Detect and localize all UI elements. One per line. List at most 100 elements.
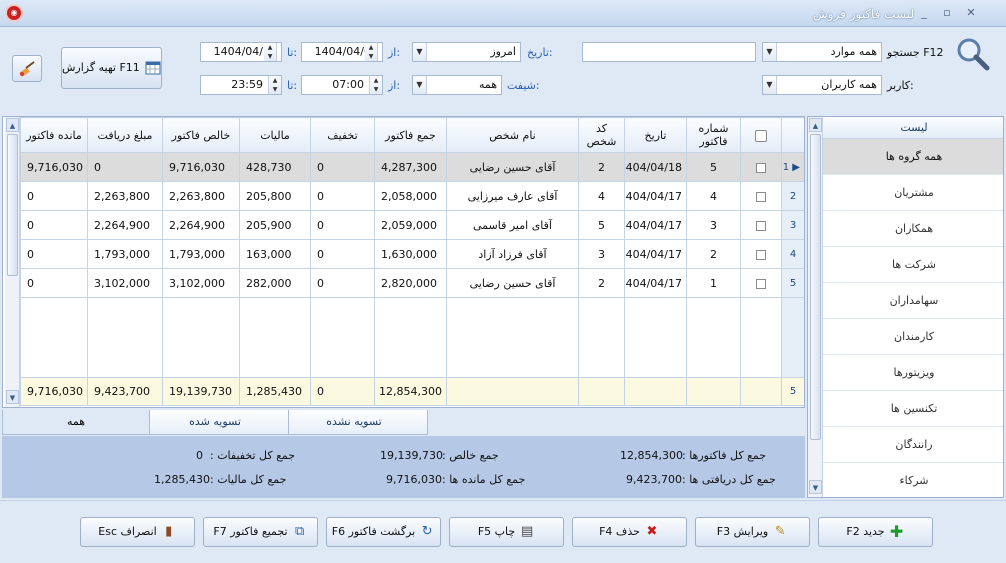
chevron-down-icon: ▼ <box>413 76 427 94</box>
cell-name: آقای حسین رضایی <box>446 152 579 182</box>
cell-net: 2,264,900 <box>162 210 240 240</box>
row-indicator[interactable]: 5 <box>781 268 804 298</box>
spin-icon[interactable]: ▲ ▼ <box>264 43 277 61</box>
cell-name: آقای عارف میرزایی <box>446 181 579 211</box>
col-person-name[interactable]: نام شخص <box>446 117 579 153</box>
merge-invoice-button[interactable]: ⧉تجمیع فاکتور F7 <box>203 517 318 547</box>
footer-total: 12,854,300 <box>374 377 447 406</box>
magnifier-icon[interactable] <box>955 37 991 71</box>
col-received[interactable]: مبلغ دریافت <box>87 117 163 153</box>
col-tax[interactable]: مالیات <box>239 117 311 153</box>
total-received-label: جمع کل دریافتی ها : <box>682 473 776 486</box>
delete-button[interactable]: ✖حذف F4 <box>572 517 687 547</box>
col-invoice-no[interactable]: شماره فاکتور <box>686 117 741 153</box>
cell-code: 5 <box>578 210 625 240</box>
merge-icon: ⧉ <box>294 524 305 539</box>
printer-icon: ▤ <box>521 524 534 539</box>
tab-all[interactable]: همه <box>2 410 150 435</box>
row-indicator[interactable]: 2 <box>781 181 804 211</box>
row-checkbox[interactable] <box>740 239 782 269</box>
table-row[interactable]: 3 3 1404/04/17 5 آقای امیر قاسمی 2,059,000 0 20… <box>20 210 804 240</box>
date-to-input[interactable]: ▲ ▼ 1404/04/18 <box>200 42 282 62</box>
table-row[interactable]: 4 2 1404/04/17 3 آقای فرزاد آزاد 1,630,000 0 16… <box>20 239 804 269</box>
col-remaining[interactable]: مانده فاکتور <box>20 117 88 153</box>
side-list-item[interactable]: مشتریان <box>823 175 1003 211</box>
select-all-checkbox[interactable] <box>740 117 782 153</box>
date-from-input[interactable]: ▲ ▼ 1404/04/01 <box>301 42 383 62</box>
side-list-item[interactable]: همه گروه ها <box>823 139 1003 175</box>
tab-unsettled[interactable]: تسویه نشده <box>280 410 428 435</box>
report-button[interactable]: تهیه گزارش F11 <box>61 47 162 89</box>
col-net[interactable]: خالص فاکتور <box>162 117 240 153</box>
cell-total: 4,287,300 <box>374 152 447 182</box>
side-list-item[interactable]: شرکت ها <box>823 247 1003 283</box>
tab-settled[interactable]: تسویه شده <box>141 410 289 435</box>
cell-date: 1404/04/18 <box>624 152 687 182</box>
shift-select[interactable]: ▼ همه <box>412 75 502 95</box>
close-icon[interactable]: ✕ <box>962 5 980 21</box>
row-checkbox[interactable] <box>740 268 782 298</box>
side-list-item[interactable]: شرکاء <box>823 463 1003 497</box>
new-button[interactable]: ✚جدید F2 <box>818 517 933 547</box>
minimize-icon[interactable]: _ <box>915 5 933 21</box>
scroll-thumb[interactable] <box>810 134 821 440</box>
spin-icon[interactable]: ▲ ▼ <box>369 76 382 94</box>
side-list-item[interactable]: ویزیتورها <box>823 355 1003 391</box>
cell-received: 2,264,900 <box>87 210 163 240</box>
side-list-item[interactable]: رانندگان <box>823 427 1003 463</box>
row-checkbox[interactable] <box>740 181 782 211</box>
cell-no: 5 <box>686 152 741 182</box>
row-indicator[interactable]: 4 <box>781 239 804 269</box>
cell-total: 2,059,000 <box>374 210 447 240</box>
search-input[interactable] <box>582 42 756 62</box>
scroll-up-icon[interactable]: ▲ <box>809 118 822 132</box>
row-indicator[interactable]: ▶ 1 <box>781 152 804 182</box>
cell-date: 1404/04/17 <box>624 181 687 211</box>
grid-scrollbar[interactable]: ▲ ▼ <box>5 117 20 407</box>
table-row[interactable]: 5 1 1404/04/17 2 آقای حسین رضایی 2,820,000 0 28… <box>20 268 804 298</box>
side-list-item[interactable]: کارمندان <box>823 319 1003 355</box>
row-checkbox[interactable] <box>740 210 782 240</box>
cell-received: 3,102,000 <box>87 268 163 298</box>
time-from-label: از: <box>388 79 401 92</box>
time-from-input[interactable]: ▲ ▼ 07:00 <box>301 75 383 95</box>
row-checkbox[interactable] <box>740 152 782 182</box>
cell-tax: 205,800 <box>239 181 311 211</box>
side-list-item[interactable]: سهامداران <box>823 283 1003 319</box>
group-list-panel: ▲ ▼ لیست همه گروه ها مشتریان همکاران شرکت ه… <box>807 116 1004 498</box>
side-list-item[interactable]: تکنسین ها <box>823 391 1003 427</box>
search-field-select[interactable]: ▼ همه موارد <box>762 42 882 62</box>
table-row[interactable]: 2 4 1404/04/17 4 آقای عارف میرزایی 2,058,000 0… <box>20 181 804 211</box>
col-invoice-total[interactable]: جمع فاکتور <box>374 117 447 153</box>
customize-button[interactable] <box>12 55 42 82</box>
cell-discount: 0 <box>310 239 375 269</box>
invoice-grid: ▲ ▼ شماره فاکتور تاریخ کد شخص نام شخص جم… <box>2 116 805 408</box>
col-person-code[interactable]: کد شخص <box>578 117 625 153</box>
date-range-select[interactable]: ▼ امروز <box>412 42 521 62</box>
scroll-up-icon[interactable]: ▲ <box>6 118 19 132</box>
time-to-input[interactable]: ▲ ▼ 23:59 <box>200 75 282 95</box>
table-row[interactable]: ▶ 1 5 1404/04/18 2 آقای حسین رضایی 4,287,300 0… <box>20 152 804 182</box>
return-arrow-icon: ↻ <box>421 524 433 539</box>
print-button[interactable]: ▤چاپ F5 <box>449 517 564 547</box>
user-select[interactable]: ▼ همه کاربران <box>762 75 882 95</box>
grid-footer-row: 5 12,854,300 0 1,285,430 19,139,730 9,42… <box>20 377 804 406</box>
scroll-down-icon[interactable]: ▼ <box>809 480 822 494</box>
scroll-down-icon[interactable]: ▼ <box>6 390 19 404</box>
cancel-button[interactable]: ▮انصراف Esc <box>80 517 195 547</box>
spin-icon[interactable]: ▲ ▼ <box>268 76 281 94</box>
cell-net: 9,716,030 <box>162 152 240 182</box>
col-date[interactable]: تاریخ <box>624 117 687 153</box>
footer-remaining: 9,716,030 <box>20 377 88 406</box>
cell-remaining: 0 <box>20 210 88 240</box>
col-discount[interactable]: تخفیف <box>310 117 375 153</box>
return-invoice-button[interactable]: ↻برگشت فاکتور F6 <box>326 517 441 547</box>
side-scrollbar[interactable]: ▲ ▼ <box>808 117 823 497</box>
maximize-icon[interactable]: ▫ <box>938 5 956 21</box>
spin-icon[interactable]: ▲ ▼ <box>365 43 378 61</box>
side-list-item[interactable]: همکاران <box>823 211 1003 247</box>
row-indicator[interactable]: 3 <box>781 210 804 240</box>
scroll-thumb[interactable] <box>7 134 18 276</box>
total-net-value: 19,139,730 <box>380 449 443 462</box>
edit-button[interactable]: ✎ویرایش F3 <box>695 517 810 547</box>
